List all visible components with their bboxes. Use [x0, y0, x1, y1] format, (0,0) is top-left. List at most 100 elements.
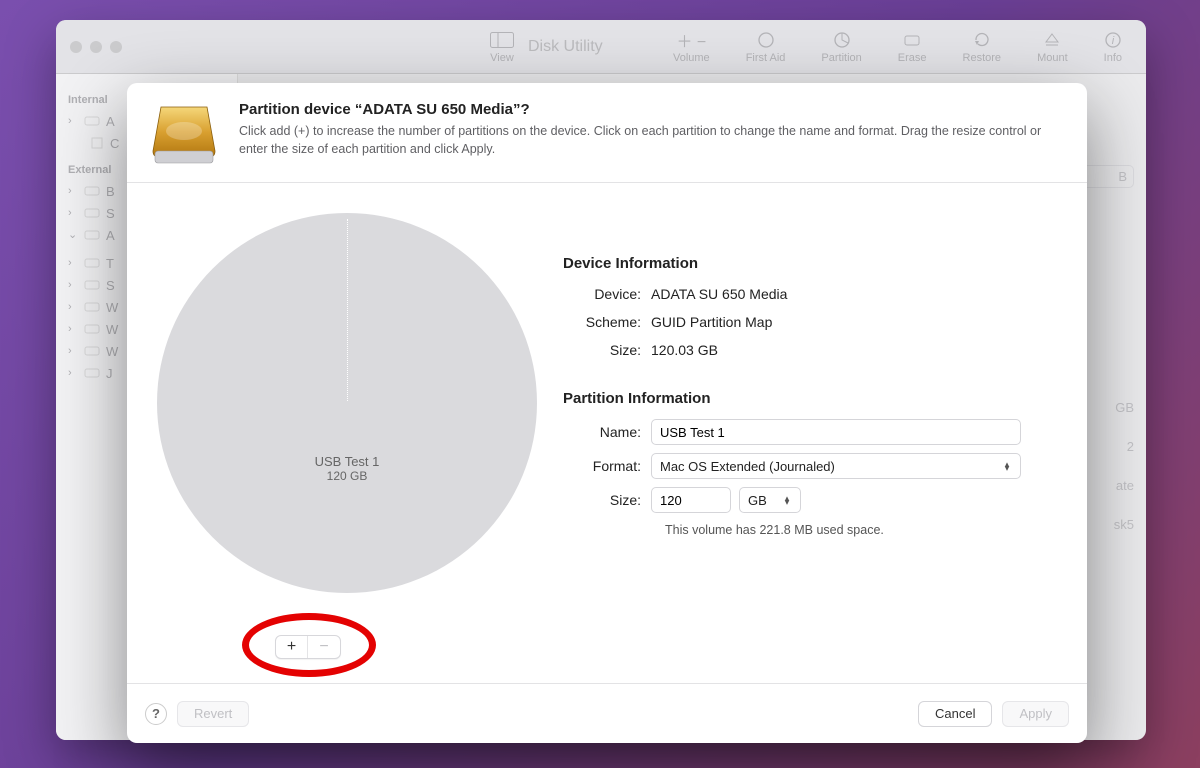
add-remove-segmented: + − — [275, 635, 341, 659]
sidebar-item-label: W — [106, 300, 118, 315]
sidebar-item-label: W — [106, 344, 118, 359]
close-dot[interactable] — [70, 41, 82, 53]
chevron-right-icon: › — [68, 346, 78, 357]
toolbar-mount[interactable]: Mount — [1037, 30, 1068, 64]
toolbar-volume-label: Volume — [673, 52, 710, 64]
toolbar-partition[interactable]: Partition — [821, 30, 861, 64]
format-label: Format: — [563, 458, 651, 474]
sidebar-item-label: C — [110, 136, 119, 151]
sidebar-item-label: W — [106, 322, 118, 337]
sheet-title: Partition device “ADATA SU 650 Media”? — [239, 101, 1063, 118]
sidebar-item-label: J — [106, 366, 113, 381]
cancel-button[interactable]: Cancel — [918, 701, 992, 727]
chevron-right-icon: › — [68, 302, 78, 313]
disk-icon — [84, 207, 100, 219]
help-button[interactable]: ? — [145, 703, 167, 725]
updown-caret-icon: ▴▾ — [998, 462, 1016, 470]
toolbar-mount-label: Mount — [1037, 52, 1068, 64]
toolbar-erase[interactable]: Erase — [898, 30, 927, 64]
chevron-right-icon: › — [68, 258, 78, 269]
apply-button: Apply — [1002, 701, 1069, 727]
sidebar-item-label: T — [106, 256, 114, 271]
size-unit-select[interactable]: GB ▴▾ — [739, 487, 801, 513]
disk-icon — [84, 301, 100, 313]
disk-icon — [84, 229, 100, 241]
info-icon: i — [1104, 30, 1122, 50]
toolbar-firstaid[interactable]: First Aid — [746, 30, 786, 64]
updown-caret-icon: ▴▾ — [778, 496, 796, 504]
svg-text:i: i — [1112, 35, 1115, 47]
plus-minus-icon: ＋ − — [676, 30, 706, 50]
disk-icon — [84, 345, 100, 357]
toolbar-view-label: View — [490, 52, 514, 64]
disk-icon — [84, 115, 100, 127]
size-label: Size: — [563, 342, 651, 358]
chevron-down-icon: ⌄ — [68, 230, 78, 241]
mount-icon — [1043, 30, 1061, 50]
chevron-right-icon: › — [68, 208, 78, 219]
disk-icon — [84, 323, 100, 335]
sidebar-icon — [490, 30, 514, 50]
disk-icon — [84, 279, 100, 291]
add-partition-button[interactable]: + — [276, 636, 308, 658]
disk-icon — [84, 185, 100, 197]
chevron-right-icon: › — [68, 324, 78, 335]
partition-name-input[interactable] — [651, 419, 1021, 445]
toolbar-view[interactable]: View — [490, 30, 514, 64]
erase-icon — [902, 30, 922, 50]
pie-partition-size: 120 GB — [327, 469, 368, 483]
revert-button: Revert — [177, 701, 249, 727]
chevron-right-icon: › — [68, 116, 78, 127]
stethoscope-icon — [757, 30, 775, 50]
pie-partition-name: USB Test 1 — [315, 454, 380, 469]
toolbar-info[interactable]: i Info — [1104, 30, 1122, 64]
toolbar-partition-label: Partition — [821, 52, 861, 64]
remove-partition-button: − — [308, 636, 340, 658]
psize-label: Size: — [563, 492, 651, 508]
partition-sheet: Partition device “ADATA SU 650 Media”? C… — [127, 83, 1087, 743]
sidebar-item-label: S — [106, 206, 115, 221]
window-title: Disk Utility — [528, 38, 673, 56]
sheet-subtitle: Click add (+) to increase the number of … — [239, 123, 1063, 158]
toolbar-volume[interactable]: ＋ − Volume — [673, 30, 710, 64]
minimize-dot[interactable] — [90, 41, 102, 53]
name-label: Name: — [563, 424, 651, 440]
device-value: ADATA SU 650 Media — [651, 286, 787, 302]
partition-info-heading: Partition Information — [563, 390, 1063, 407]
external-drive-icon — [149, 101, 219, 168]
unit-value: GB — [748, 493, 767, 508]
sidebar-item-label: A — [106, 228, 115, 243]
sidebar-item-label: A — [106, 114, 115, 129]
toolbar-erase-label: Erase — [898, 52, 927, 64]
device-info-heading: Device Information — [563, 255, 1063, 272]
window-traffic-lights — [56, 41, 140, 53]
chevron-right-icon: › — [68, 280, 78, 291]
toolbar: View Disk Utility ＋ − Volume First Aid P… — [56, 20, 1146, 74]
sheet-header: Partition device “ADATA SU 650 Media”? C… — [127, 83, 1087, 183]
restore-icon — [973, 30, 991, 50]
scheme-label: Scheme: — [563, 314, 651, 330]
pie-icon — [833, 30, 851, 50]
scheme-value: GUID Partition Map — [651, 314, 772, 330]
sheet-footer: ? Revert Cancel Apply — [127, 683, 1087, 743]
toolbar-info-label: Info — [1104, 52, 1122, 64]
sidebar-item-label: B — [106, 184, 115, 199]
info-column: Device Information Device:ADATA SU 650 M… — [547, 183, 1087, 683]
sidebar-item-label: S — [106, 278, 115, 293]
chevron-right-icon: › — [68, 186, 78, 197]
used-space-hint: This volume has 221.8 MB used space. — [665, 523, 1063, 537]
partition-pie[interactable]: USB Test 1 120 GB — [157, 213, 537, 593]
toolbar-restore[interactable]: Restore — [963, 30, 1002, 64]
disk-icon — [84, 367, 100, 379]
toolbar-restore-label: Restore — [963, 52, 1002, 64]
toolbar-firstaid-label: First Aid — [746, 52, 786, 64]
format-select[interactable]: Mac OS Extended (Journaled) ▴▾ — [651, 453, 1021, 479]
partition-size-input[interactable] — [651, 487, 731, 513]
cube-icon — [90, 136, 104, 150]
partition-pie-area: USB Test 1 120 GB + − — [127, 183, 547, 683]
format-value: Mac OS Extended (Journaled) — [660, 459, 835, 474]
size-value: 120.03 GB — [651, 342, 718, 358]
zoom-dot[interactable] — [110, 41, 122, 53]
device-label: Device: — [563, 286, 651, 302]
chevron-right-icon: › — [68, 368, 78, 379]
